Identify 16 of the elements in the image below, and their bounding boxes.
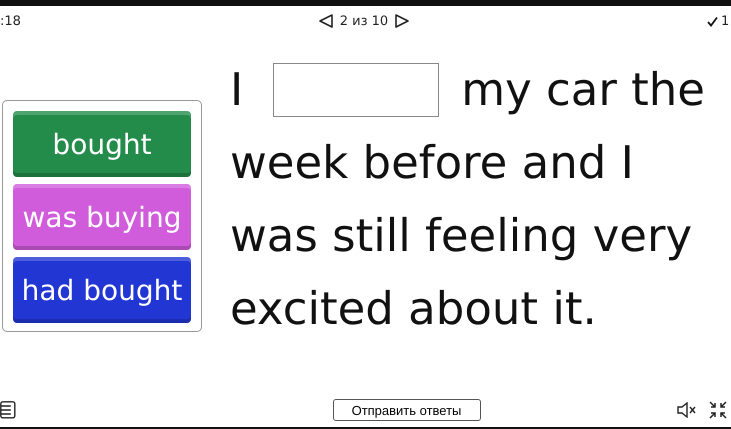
menu-icon[interactable] [0, 401, 16, 419]
next-icon[interactable] [394, 13, 410, 29]
sentence-text: week before and I was still feeling very excited about it. [230, 135, 694, 337]
previous-icon[interactable] [318, 13, 334, 29]
page-counter: 2 из 10 [340, 14, 388, 28]
collapse-icon[interactable] [709, 401, 727, 419]
answer-tile[interactable]: had bought [13, 257, 191, 323]
submit-button[interactable]: Отправить ответы [332, 399, 480, 421]
answer-tile[interactable]: bought [13, 111, 191, 177]
answer-blank[interactable] [273, 62, 440, 116]
mute-icon[interactable] [677, 402, 697, 418]
timer: :18 [0, 14, 21, 28]
sentence-text: I [230, 62, 244, 118]
score: 1 [721, 14, 730, 28]
sentence-text: my car the [461, 62, 705, 118]
check-icon [707, 16, 718, 26]
